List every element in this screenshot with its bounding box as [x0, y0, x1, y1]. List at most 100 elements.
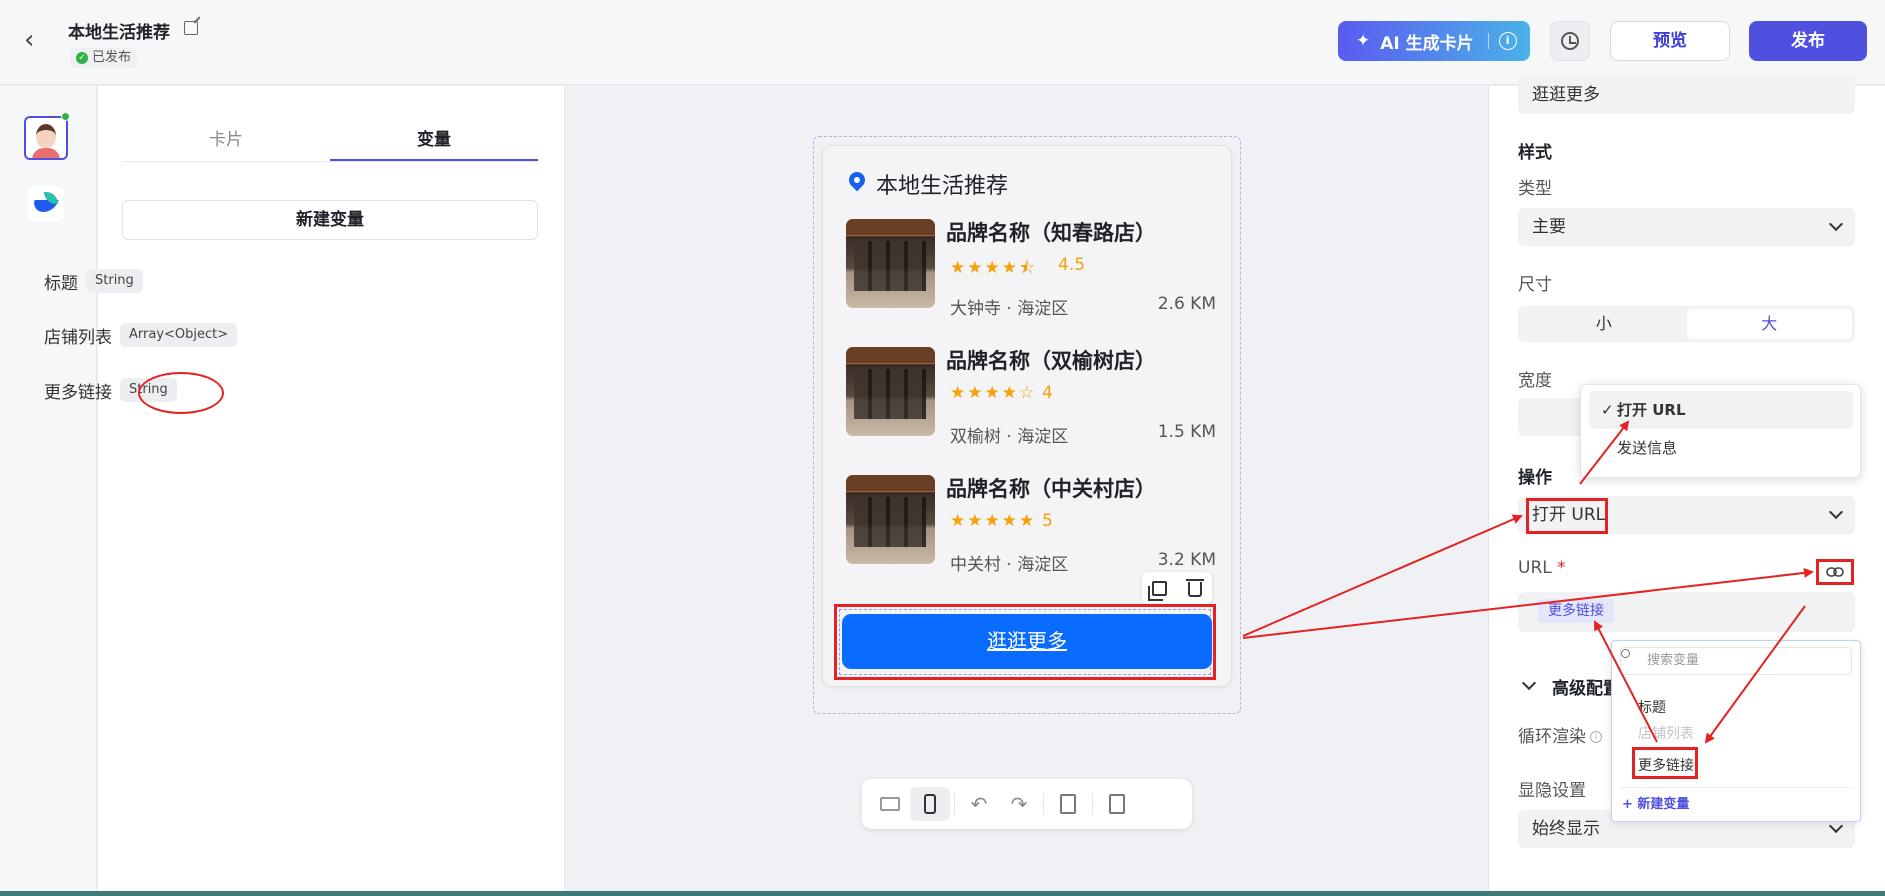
size-small-option[interactable]: 小	[1521, 309, 1687, 339]
url-variable-chip[interactable]: 更多链接	[1538, 599, 1614, 623]
json-view-button[interactable]	[1048, 787, 1088, 821]
status-badge: ✓ 已发布	[70, 48, 138, 68]
star-rating-icon: ★★★★★	[950, 511, 1037, 531]
star-rating-icon: ★★★★⯪	[950, 258, 1038, 278]
store-rating: 5	[1042, 511, 1053, 531]
left-rail	[0, 86, 97, 896]
variable-name: 标题	[44, 273, 78, 294]
avatar[interactable]	[24, 116, 68, 160]
required-mark: *	[1557, 558, 1566, 578]
store-location: 双榆树 · 海淀区	[950, 427, 1069, 447]
undo-icon[interactable]: ↶	[959, 787, 999, 821]
ai-generate-card-button[interactable]: ✦ AI 生成卡片 i	[1338, 21, 1530, 61]
avatar-body	[32, 148, 60, 158]
button-text-field[interactable]: 逛逛更多	[1518, 76, 1855, 114]
browse-more-button[interactable]: 逛逛更多	[842, 614, 1212, 669]
info-icon[interactable]: i	[1590, 731, 1602, 743]
variable-type-tag: Array<Object>	[120, 323, 238, 347]
checkmark-icon: ✓	[1601, 401, 1614, 419]
size-large-option[interactable]: 大	[1686, 309, 1852, 339]
menu-item-send-message[interactable]: 发送信息	[1589, 429, 1853, 467]
variable-item[interactable]: 标题 String	[44, 268, 143, 294]
variable-item[interactable]: 店铺列表 Array<Object>	[44, 322, 238, 348]
variable-option: 店铺列表	[1638, 726, 1694, 742]
store-image	[846, 347, 935, 436]
divider	[1620, 787, 1854, 788]
status-text: 已发布	[92, 50, 132, 65]
loop-render-label: 循环渲染 i	[1518, 722, 1602, 747]
divider	[1487, 33, 1489, 49]
delete-icon[interactable]	[1185, 579, 1204, 597]
store-name: 品牌名称（中关村店）	[946, 477, 1156, 501]
annotation-box	[1632, 747, 1698, 779]
variable-search-input[interactable]: 搜索变量	[1620, 647, 1852, 675]
advanced-config-heading[interactable]: 高级配置	[1552, 674, 1620, 699]
back-arrow-icon[interactable]: ‹	[24, 27, 44, 53]
store-rating: 4	[1042, 383, 1053, 403]
card-title: 本地生活推荐	[876, 174, 1009, 199]
variables-panel: 卡片 变量 新建变量	[98, 86, 565, 896]
new-variable-button[interactable]: 新建变量	[122, 200, 538, 240]
top-header: ‹ 本地生活推荐 ✓ 已发布 ✦ AI 生成卡片 i 预览 发布	[0, 0, 1885, 85]
monitor-icon	[880, 797, 900, 811]
store-rating: 4.5	[1058, 255, 1086, 275]
chevron-down-icon	[1828, 216, 1844, 232]
variable-type-tag: String	[86, 269, 143, 293]
store-location: 中关村 · 海淀区	[950, 555, 1069, 575]
variable-name: 店铺列表	[44, 327, 112, 348]
store-item[interactable]: 品牌名称（知春路店） ★★★★⯪ 4.5 大钟寺 · 海淀区 2.6 KM	[846, 219, 1216, 319]
element-toolbar	[1142, 572, 1212, 604]
annotation-ellipse	[138, 372, 224, 414]
location-pin-icon	[845, 168, 869, 192]
chevron-down-icon	[1828, 504, 1844, 520]
desktop-view-button[interactable]	[870, 787, 910, 821]
size-toggle: 小 大	[1518, 306, 1855, 342]
history-button[interactable]	[1550, 21, 1590, 61]
store-location: 大钟寺 · 海淀区	[950, 299, 1069, 319]
preview-button[interactable]: 预览	[1610, 21, 1730, 61]
store-item[interactable]: 品牌名称（中关村店） ★★★★★ 5 中关村 · 海淀区 3.2 KM	[846, 475, 1216, 575]
mobile-view-button[interactable]	[910, 787, 950, 821]
type-select[interactable]: 主要	[1518, 208, 1855, 246]
panel-tabs: 卡片 变量	[122, 120, 538, 162]
action-dropdown-menu: ✓ 打开 URL 发送信息	[1580, 384, 1861, 478]
store-distance: 1.5 KM	[1157, 422, 1216, 442]
tab-variables[interactable]: 变量	[330, 120, 538, 161]
divider	[1092, 793, 1093, 815]
store-name: 品牌名称（知春路店）	[946, 221, 1156, 245]
store-distance: 2.6 KM	[1157, 294, 1216, 314]
star-rating-icon: ★★★★☆	[950, 383, 1037, 403]
export-doc-icon	[1109, 794, 1125, 814]
redo-icon[interactable]: ↷	[999, 787, 1039, 821]
variable-picker-popup: 搜索变量 标题 店铺列表 更多链接 + 新建变量	[1611, 640, 1861, 822]
url-label-text: URL	[1518, 558, 1552, 578]
check-circle-icon: ✓	[76, 52, 88, 64]
info-icon[interactable]: i	[1498, 32, 1517, 50]
store-image	[846, 219, 935, 308]
variable-option[interactable]: 标题	[1638, 697, 1666, 717]
app-logo-icon[interactable]	[28, 186, 64, 222]
divider	[1043, 793, 1044, 815]
link-variable-icon[interactable]	[1826, 566, 1844, 578]
search-icon	[1621, 649, 1630, 658]
publish-button[interactable]: 发布	[1749, 21, 1867, 61]
tab-card[interactable]: 卡片	[122, 120, 330, 161]
ai-button-label: AI 生成卡片	[1380, 33, 1474, 54]
duplicate-icon[interactable]	[1148, 580, 1168, 601]
menu-item-label: 打开 URL	[1617, 401, 1686, 419]
pin-hole	[854, 177, 860, 183]
export-button[interactable]	[1097, 787, 1137, 821]
style-heading: 样式	[1518, 143, 1552, 163]
phone-icon	[924, 794, 936, 814]
annotation-box	[1526, 498, 1608, 534]
width-label: 宽度	[1518, 371, 1552, 391]
avatar-face	[36, 124, 56, 148]
edit-title-icon[interactable]	[184, 21, 198, 35]
url-label: URL *	[1518, 558, 1566, 578]
menu-item-open-url[interactable]: ✓ 打开 URL	[1589, 391, 1853, 429]
variable-name: 更多链接	[44, 382, 112, 403]
new-variable-link[interactable]: + 新建变量	[1622, 793, 1689, 812]
store-item[interactable]: 品牌名称（双榆树店） ★★★★☆ 4 双榆树 · 海淀区 1.5 KM	[846, 347, 1216, 447]
type-value: 主要	[1532, 217, 1566, 237]
canvas-toolbar: ↶ ↷	[862, 779, 1192, 829]
